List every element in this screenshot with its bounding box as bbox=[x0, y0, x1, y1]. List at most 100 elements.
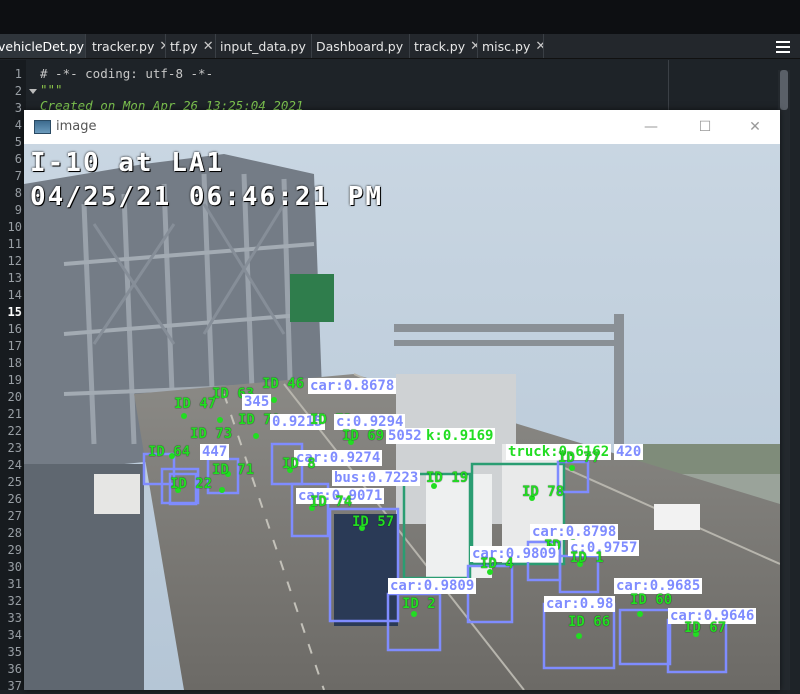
close-tab-icon[interactable]: ✕ bbox=[203, 39, 214, 54]
detection-label: ID 46 bbox=[262, 376, 305, 392]
detection-label: 345 bbox=[242, 394, 272, 410]
line-number: 7 bbox=[14, 169, 22, 183]
detection-label: 420 bbox=[614, 444, 644, 460]
line-number: 9 bbox=[14, 203, 22, 217]
line-number: 3 bbox=[14, 101, 22, 115]
camera-location-text: I-10 at LA1 bbox=[30, 148, 225, 178]
close-tab-icon[interactable]: ✕ bbox=[159, 39, 165, 54]
detection-label: ID 66 bbox=[568, 614, 611, 630]
hamburger-menu-icon[interactable] bbox=[776, 38, 790, 54]
detection-label: ID 8 bbox=[282, 456, 316, 472]
margin-guide-line bbox=[668, 60, 669, 110]
detection-label: ID 1 bbox=[570, 550, 604, 566]
code-line-1[interactable]: # -*- coding: utf-8 -*- bbox=[40, 66, 213, 82]
line-number: 37 bbox=[7, 679, 22, 693]
line-number: 28 bbox=[7, 526, 22, 540]
detection-label: ID 60 bbox=[630, 592, 673, 608]
line-number: 5 bbox=[14, 135, 22, 149]
image-window-title: image bbox=[56, 119, 97, 134]
detection-label: k:0.9169 bbox=[424, 428, 496, 444]
line-number: 22 bbox=[7, 424, 22, 438]
tab-dashboard[interactable]: Dashboard.py✕ bbox=[312, 34, 410, 58]
detection-label: ID 73 bbox=[190, 426, 233, 442]
line-number: 31 bbox=[7, 577, 22, 591]
line-number: 13 bbox=[7, 271, 22, 285]
detection-label: car:0.98 bbox=[544, 596, 616, 612]
editor-tab-bar: vehicleDet.py✕ tracker.py✕ tf.py✕ input_… bbox=[0, 34, 800, 59]
detection-label: bus:0.7223 bbox=[332, 470, 421, 486]
highway-sign bbox=[290, 274, 334, 322]
line-number: 33 bbox=[7, 611, 22, 625]
tab-label: input_data.py bbox=[220, 38, 306, 54]
close-tab-icon[interactable]: ✕ bbox=[535, 39, 543, 54]
close-tab-icon[interactable]: ✕ bbox=[470, 39, 477, 54]
line-number: 24 bbox=[7, 458, 22, 472]
detection-label: ID 78 bbox=[522, 484, 565, 500]
image-window-titlebar[interactable]: image — ☐ ✕ bbox=[24, 110, 780, 144]
line-number: 21 bbox=[7, 407, 22, 421]
detection-label: ID 22 bbox=[170, 476, 213, 492]
line-number: 15 bbox=[7, 305, 22, 319]
line-number: 27 bbox=[7, 509, 22, 523]
detection-label: ID 47 bbox=[174, 396, 217, 412]
line-number: 1 bbox=[14, 67, 22, 81]
detection-label: ID 77 bbox=[558, 450, 601, 466]
tab-label: tracker.py bbox=[92, 38, 155, 54]
line-number: 32 bbox=[7, 594, 22, 608]
detection-label: ID 69 bbox=[342, 428, 385, 444]
window-app-icon bbox=[34, 120, 51, 134]
minimize-icon[interactable]: — bbox=[636, 116, 666, 138]
detection-label: car:0.9809 bbox=[388, 578, 477, 594]
code-line-2[interactable]: """ bbox=[40, 82, 63, 98]
tab-input-data[interactable]: input_data.py✕ bbox=[216, 34, 312, 58]
tab-label: tf.py bbox=[170, 38, 198, 54]
line-number: 11 bbox=[7, 237, 22, 251]
detection-label: car:0.8678 bbox=[308, 378, 397, 394]
image-window: image — ☐ ✕ I-10 at LA1 04/25/21 06:46:2… bbox=[24, 110, 780, 690]
line-number: 34 bbox=[7, 628, 22, 642]
line-number: 4 bbox=[14, 118, 22, 132]
detection-label: ID 57 bbox=[352, 514, 395, 530]
editor-scrollbar-thumb[interactable] bbox=[780, 70, 788, 110]
line-number: 8 bbox=[14, 186, 22, 200]
camera-timestamp-text: 04/25/21 06:46:21 PM bbox=[30, 182, 384, 212]
detection-label: ID 71 bbox=[212, 462, 255, 478]
tab-vehicledet[interactable]: vehicleDet.py✕ bbox=[0, 34, 86, 58]
line-number: 19 bbox=[7, 373, 22, 387]
line-number: 29 bbox=[7, 543, 22, 557]
tab-label: Dashboard.py bbox=[316, 38, 404, 54]
line-number: 14 bbox=[7, 288, 22, 302]
line-number: 36 bbox=[7, 662, 22, 676]
tab-label: misc.py bbox=[482, 38, 531, 54]
detection-label: ID 74 bbox=[310, 494, 353, 510]
line-number: 35 bbox=[7, 645, 22, 659]
detection-label: ID 64 bbox=[148, 444, 191, 460]
top-bar bbox=[0, 0, 800, 34]
line-number: 17 bbox=[7, 339, 22, 353]
detection-label: ID 67 bbox=[684, 620, 727, 636]
close-icon[interactable]: ✕ bbox=[740, 116, 770, 138]
line-number: 10 bbox=[7, 220, 22, 234]
detection-label: ID 4 bbox=[480, 556, 514, 572]
tab-misc[interactable]: misc.py ✕ bbox=[478, 34, 544, 58]
detection-label: ID 2 bbox=[402, 596, 436, 612]
detection-label: ID 19 bbox=[426, 470, 469, 486]
tab-tf[interactable]: tf.py ✕ bbox=[166, 34, 216, 58]
tab-label: vehicleDet.py bbox=[0, 38, 85, 54]
line-number: 26 bbox=[7, 492, 22, 506]
maximize-icon[interactable]: ☐ bbox=[690, 116, 720, 138]
line-number: 18 bbox=[7, 356, 22, 370]
line-number: 20 bbox=[7, 390, 22, 404]
line-number: 23 bbox=[7, 441, 22, 455]
tab-label: track.py bbox=[414, 38, 466, 54]
camera-frame: I-10 at LA1 04/25/21 06:46:21 PM car:0.8… bbox=[24, 144, 780, 690]
line-number: 12 bbox=[7, 254, 22, 268]
fold-arrow-icon[interactable] bbox=[29, 89, 37, 94]
tab-tracker[interactable]: tracker.py ✕ bbox=[88, 34, 166, 58]
line-number: 6 bbox=[14, 152, 22, 166]
line-number: 25 bbox=[7, 475, 22, 489]
line-number: 16 bbox=[7, 322, 22, 336]
line-number-gutter: 1 2 3 4 5 6 7 8 9 10 11 12 13 14 15 16 17 18 19 20 21 22 23 24 2… bbox=[0, 60, 26, 693]
line-number: 30 bbox=[7, 560, 22, 574]
tab-track[interactable]: track.py ✕ bbox=[410, 34, 478, 58]
